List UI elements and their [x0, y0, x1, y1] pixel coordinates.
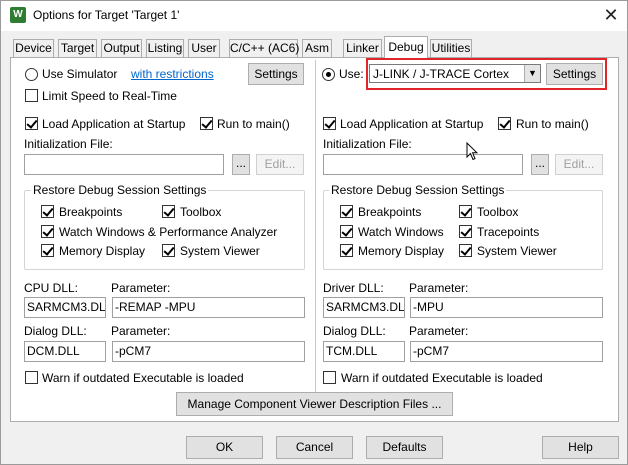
warn-outdated-checkbox-right[interactable]: [323, 371, 336, 384]
warn-outdated-label-left: Warn if outdated Executable is loaded: [42, 371, 244, 385]
driver-param-input[interactable]: -MPU: [410, 297, 603, 318]
memory-display-label-right: Memory Display: [358, 244, 445, 258]
tab-user[interactable]: User: [188, 39, 220, 58]
run-to-main-label-left: Run to main(): [217, 117, 290, 131]
close-icon[interactable]: ✕: [599, 4, 623, 26]
init-file-label-left: Initialization File:: [24, 137, 113, 151]
restore-group-title-left: Restore Debug Session Settings: [31, 183, 209, 197]
dialog-param-label-right: Parameter:: [409, 324, 469, 338]
memory-display-checkbox-left[interactable]: [41, 244, 54, 257]
browse-button-right[interactable]: ...: [531, 154, 549, 175]
watch-windows-checkbox-right[interactable]: [340, 225, 353, 238]
warn-outdated-checkbox-left[interactable]: [25, 371, 38, 384]
browse-button-left[interactable]: ...: [232, 154, 250, 175]
simulator-settings-button[interactable]: Settings: [248, 63, 304, 85]
tab-linker[interactable]: Linker: [343, 39, 382, 58]
cpu-param-label: Parameter:: [111, 281, 171, 295]
toolbox-checkbox-right[interactable]: [459, 205, 472, 218]
system-viewer-label-right: System Viewer: [477, 244, 557, 258]
mouse-cursor-icon: [466, 142, 478, 161]
system-viewer-label-left: System Viewer: [180, 244, 260, 258]
memory-display-label-left: Memory Display: [59, 244, 146, 258]
dialog-dll-input-left[interactable]: DCM.DLL: [24, 341, 106, 362]
use-debugger-radio[interactable]: [322, 68, 335, 81]
toolbox-label-left: Toolbox: [180, 205, 222, 219]
breakpoints-label-left: Breakpoints: [59, 205, 123, 219]
dialog-param-label-left: Parameter:: [111, 324, 171, 338]
edit-button-right[interactable]: Edit...: [555, 154, 603, 175]
column-separator: [315, 60, 317, 400]
tab-debug[interactable]: Debug: [384, 36, 428, 59]
dialog-dll-label-right: Dialog DLL:: [323, 324, 386, 338]
init-file-label-right: Initialization File:: [323, 137, 412, 151]
watch-windows-checkbox-left[interactable]: [41, 225, 54, 238]
init-file-input-left[interactable]: [24, 154, 224, 175]
driver-dll-label: Driver DLL:: [323, 281, 384, 295]
cancel-button[interactable]: Cancel: [276, 436, 353, 459]
title-bar: W Options for Target 'Target 1' ✕: [1, 1, 627, 31]
defaults-button[interactable]: Defaults: [366, 436, 443, 459]
watch-windows-label-left: Watch Windows & Performance Analyzer: [59, 225, 278, 239]
restore-group-title-right: Restore Debug Session Settings: [329, 183, 507, 197]
use-label: Use:: [339, 67, 364, 81]
run-to-main-label-right: Run to main(): [516, 117, 589, 131]
cpu-param-input[interactable]: -REMAP -MPU: [112, 297, 305, 318]
cpu-dll-label: CPU DLL:: [24, 281, 79, 295]
help-button[interactable]: Help: [542, 436, 619, 459]
system-viewer-checkbox-left[interactable]: [162, 244, 175, 257]
run-to-main-checkbox-right[interactable]: [498, 117, 511, 130]
tracepoints-checkbox[interactable]: [459, 225, 472, 238]
ok-button[interactable]: OK: [186, 436, 263, 459]
window-title: Options for Target 'Target 1': [33, 8, 180, 22]
tab-output[interactable]: Output: [101, 39, 142, 58]
dialog-dll-label-left: Dialog DLL:: [24, 324, 87, 338]
driver-param-label: Parameter:: [409, 281, 469, 295]
limit-speed-label: Limit Speed to Real-Time: [42, 89, 177, 103]
dialog-dll-input-right[interactable]: TCM.DLL: [323, 341, 405, 362]
tab-utilities[interactable]: Utilities: [430, 39, 472, 58]
cpu-dll-input[interactable]: SARMCM3.DLL: [24, 297, 106, 318]
driver-dll-input[interactable]: SARMCM3.DLL: [323, 297, 405, 318]
tracepoints-label: Tracepoints: [477, 225, 540, 239]
limit-speed-checkbox[interactable]: [25, 89, 38, 102]
system-viewer-checkbox-right[interactable]: [459, 244, 472, 257]
dialog-param-input-right[interactable]: -pCM7: [410, 341, 603, 362]
warn-outdated-label-right: Warn if outdated Executable is loaded: [341, 371, 543, 385]
use-simulator-label: Use Simulator: [42, 67, 118, 81]
use-simulator-radio[interactable]: [25, 68, 38, 81]
toolbox-label-right: Toolbox: [477, 205, 519, 219]
keil-app-icon: W: [10, 7, 26, 23]
toolbox-checkbox-left[interactable]: [162, 205, 175, 218]
breakpoints-checkbox-right[interactable]: [340, 205, 353, 218]
options-dialog: W Options for Target 'Target 1' ✕ Device…: [0, 0, 628, 465]
init-file-input-right[interactable]: [323, 154, 523, 175]
tab-cpp[interactable]: C/C++ (AC6): [229, 39, 299, 58]
with-restrictions-link[interactable]: with restrictions: [131, 67, 214, 81]
tab-target[interactable]: Target: [58, 39, 97, 58]
load-app-checkbox-right[interactable]: [323, 117, 336, 130]
tab-listing[interactable]: Listing: [146, 39, 184, 58]
memory-display-checkbox-right[interactable]: [340, 244, 353, 257]
breakpoints-checkbox-left[interactable]: [41, 205, 54, 218]
breakpoints-label-right: Breakpoints: [358, 205, 422, 219]
dialog-param-input-left[interactable]: -pCM7: [112, 341, 305, 362]
manage-component-viewer-button[interactable]: Manage Component Viewer Description File…: [176, 392, 453, 416]
load-app-label-left: Load Application at Startup: [42, 117, 186, 131]
load-app-label-right: Load Application at Startup: [340, 117, 484, 131]
watch-windows-label-right: Watch Windows: [358, 225, 444, 239]
load-app-checkbox-left[interactable]: [25, 117, 38, 130]
edit-button-left[interactable]: Edit...: [256, 154, 304, 175]
tab-asm[interactable]: Asm: [302, 39, 332, 58]
tab-device[interactable]: Device: [13, 39, 54, 58]
highlight-box: [366, 58, 607, 90]
run-to-main-checkbox-left[interactable]: [200, 117, 213, 130]
